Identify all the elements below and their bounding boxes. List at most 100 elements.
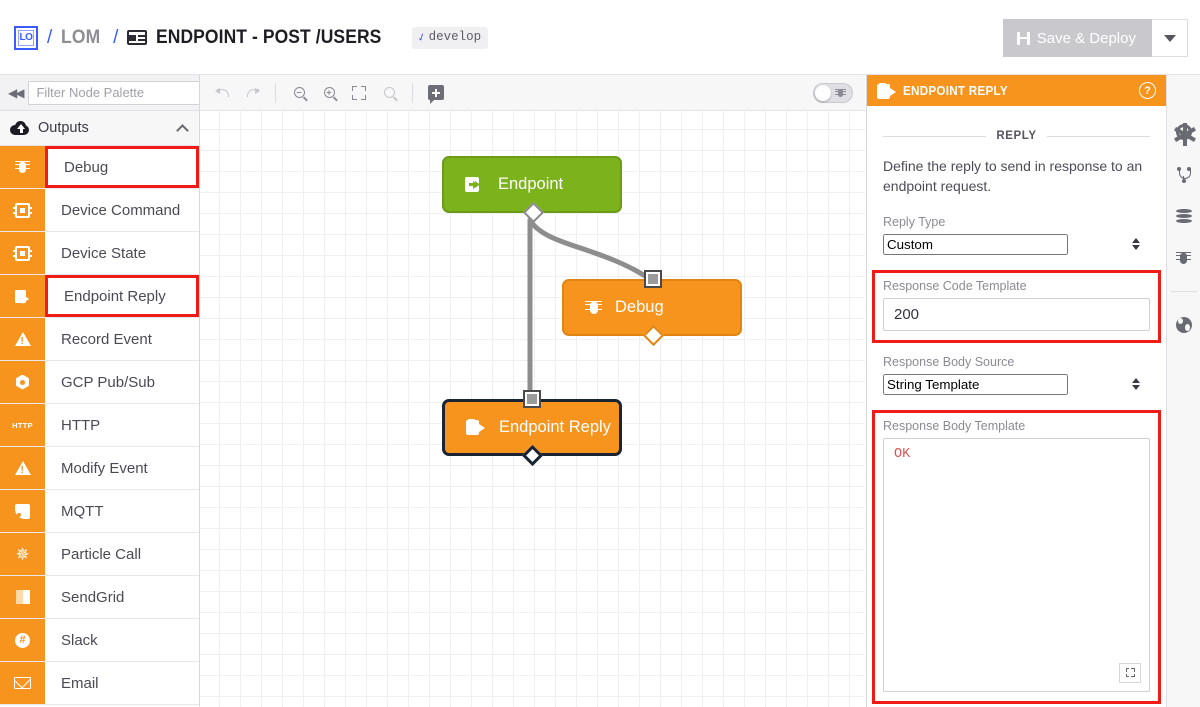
modify-event-icon: [0, 447, 45, 489]
palette-item-label: Slack: [61, 631, 98, 649]
canvas-node-label: Endpoint Reply: [499, 418, 611, 436]
warning-plus-icon: [0, 318, 45, 360]
response-body-source-select-wrap: [883, 373, 1150, 395]
slack-icon: #: [0, 619, 45, 661]
help-circle-icon[interactable]: ?: [1139, 82, 1156, 99]
palette-item-debug[interactable]: Debug: [0, 146, 199, 189]
palette-item-http[interactable]: HTTP HTTP: [0, 404, 199, 447]
palette-item-mqtt[interactable]: MQTT: [0, 490, 199, 533]
node-layer: Endpoint Debug Endpoint Reply: [200, 111, 865, 707]
palette-item-label: MQTT: [61, 502, 104, 520]
inspector-section-header: REPLY: [883, 130, 1151, 142]
breadcrumb: LO / LOM / ENDPOINT - POST /USERS ✓ deve…: [14, 0, 489, 75]
palette-item-sendgrid[interactable]: SendGrid: [0, 576, 199, 619]
globe-icon[interactable]: [1173, 314, 1195, 336]
palette-item-endpoint-reply[interactable]: Endpoint Reply: [0, 275, 199, 318]
palette-group-outputs[interactable]: Outputs: [0, 111, 199, 146]
debug-toggle[interactable]: [813, 83, 853, 103]
save-deploy-label: Save & Deploy: [1036, 29, 1136, 47]
canvas-grid[interactable]: Endpoint Debug Endpoint Reply: [200, 111, 865, 707]
response-body-source-select[interactable]: [883, 373, 1068, 395]
breadcrumb-separator-2: /: [113, 26, 119, 48]
palette-item-device-state[interactable]: Device State: [0, 232, 199, 275]
bug-icon[interactable]: [1173, 247, 1195, 269]
node-palette: ◀◀ Outputs Debug Device Command Device S…: [0, 75, 200, 707]
toolbar-divider: [275, 82, 276, 103]
redo-icon[interactable]: [238, 79, 266, 107]
select-arrows-icon: [1132, 238, 1140, 251]
field-label: Reply Type: [883, 214, 946, 229]
palette-item-particle-call[interactable]: ✵ Particle Call: [0, 533, 199, 576]
field-label: Response Body Source: [883, 354, 1015, 369]
top-bar: LO / LOM / ENDPOINT - POST /USERS ✓ deve…: [0, 0, 1200, 75]
debug-toggle-icon: [835, 88, 846, 99]
palette-item-label: Device Command: [61, 201, 181, 219]
inspector-body: REPLY Define the reply to send in respon…: [867, 130, 1166, 704]
particle-icon: ✵: [0, 533, 45, 575]
field-response-body-template: Response Body Template OK: [872, 409, 1161, 704]
flow-icon: [127, 30, 148, 45]
toolbar-divider-2: [412, 82, 413, 103]
version-branch-icon[interactable]: [1173, 163, 1195, 185]
branch-badge[interactable]: ✓ develop: [412, 26, 489, 49]
rail-divider: [1170, 291, 1197, 292]
sendgrid-icon: [0, 576, 45, 618]
canvas-toolbar: − +: [200, 75, 865, 111]
filter-node-palette-input[interactable]: [28, 80, 199, 105]
palette-item-record-event[interactable]: Record Event: [0, 318, 199, 361]
canvas-node-debug[interactable]: Debug: [562, 270, 742, 347]
fit-to-screen-icon[interactable]: [345, 79, 373, 107]
clipboard-reply-icon: [877, 82, 896, 99]
page-title: ENDPOINT - POST /USERS: [156, 26, 382, 48]
palette-item-label: Record Event: [61, 330, 152, 348]
canvas-node-endpoint[interactable]: Endpoint: [442, 156, 622, 224]
palette-item-modify-event[interactable]: Modify Event: [0, 447, 199, 490]
undo-icon[interactable]: [208, 79, 236, 107]
app-logo[interactable]: LO: [14, 25, 38, 50]
bug-icon: [0, 146, 45, 188]
palette-item-label: GCP Pub/Sub: [61, 373, 155, 391]
endpoint-icon: [465, 176, 485, 193]
save-deploy-button[interactable]: Save & Deploy: [1002, 19, 1152, 57]
reply-type-select[interactable]: [883, 233, 1068, 255]
palette-item-label: HTTP: [61, 416, 101, 434]
chevron-up-icon[interactable]: [176, 123, 189, 137]
chip-command-icon: [0, 189, 45, 231]
palette-item-list: Debug Device Command Device State Endpoi…: [0, 146, 199, 705]
palette-item-label: Email: [61, 674, 99, 692]
gcp-pubsub-icon: [0, 361, 45, 403]
select-arrows-icon: [1132, 378, 1140, 391]
node-input-port[interactable]: [523, 390, 541, 408]
response-body-template-value: OK: [894, 446, 911, 462]
canvas-node-endpoint-reply[interactable]: Endpoint Reply: [442, 390, 622, 467]
breadcrumb-org[interactable]: LOM: [61, 27, 100, 49]
palette-item-label: Device State: [61, 244, 147, 262]
branch-label: develop: [428, 30, 482, 44]
deploy-button-group: Save & Deploy: [1002, 19, 1188, 57]
canvas-node-label: Debug: [615, 298, 664, 316]
mqtt-icon: [0, 490, 45, 532]
response-body-template-editor[interactable]: OK: [883, 437, 1150, 692]
add-note-icon[interactable]: [422, 79, 450, 107]
data-table-icon[interactable]: [1173, 205, 1195, 227]
inspector-title: ENDPOINT REPLY: [903, 83, 1008, 98]
palette-item-device-command[interactable]: Device Command: [0, 189, 199, 232]
zoom-out-icon[interactable]: −: [285, 79, 313, 107]
palette-item-label: Modify Event: [61, 459, 148, 477]
palette-item-label: Debug: [45, 146, 199, 188]
zoom-reset-icon[interactable]: [375, 79, 403, 107]
palette-item-label: Endpoint Reply: [45, 275, 199, 317]
palette-item-slack[interactable]: # Slack: [0, 619, 199, 662]
zoom-in-icon[interactable]: +: [315, 79, 343, 107]
gear-icon[interactable]: [1173, 121, 1196, 146]
response-code-template-input[interactable]: [883, 297, 1150, 331]
palette-item-gcp-pubsub[interactable]: GCP Pub/Sub: [0, 361, 199, 404]
field-label: Response Code Template: [883, 278, 1027, 293]
deploy-dropdown-button[interactable]: [1152, 19, 1188, 57]
node-input-port[interactable]: [644, 270, 662, 288]
palette-item-label: SendGrid: [61, 588, 125, 606]
palette-item-email[interactable]: Email: [0, 662, 199, 705]
collapse-left-icon[interactable]: ◀◀: [8, 86, 25, 100]
branch-icon: ✓: [416, 29, 428, 46]
expand-editor-icon[interactable]: [1119, 662, 1141, 683]
